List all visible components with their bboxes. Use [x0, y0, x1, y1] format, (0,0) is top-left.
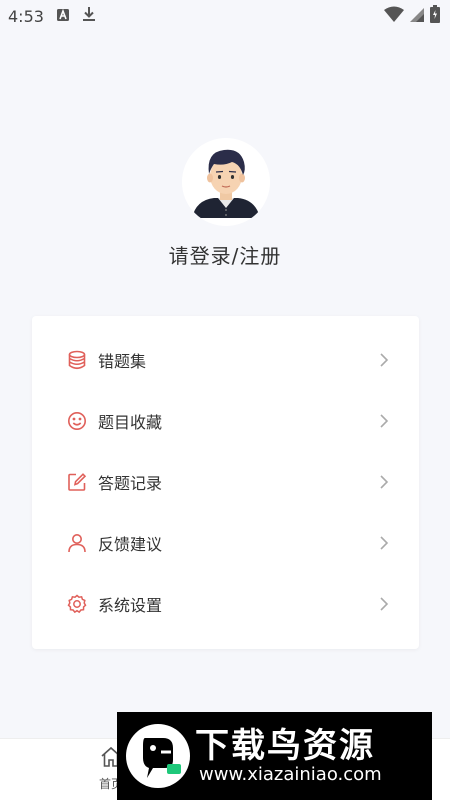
- menu-item-answer-records[interactable]: 答题记录: [32, 452, 419, 512]
- menu-label: 题目收藏: [98, 413, 163, 432]
- menu-label: 反馈建议: [98, 535, 163, 554]
- download-icon: [82, 6, 96, 26]
- avatar[interactable]: [182, 138, 270, 226]
- watermark-title: 下载鸟资源: [195, 726, 375, 766]
- chevron-right-icon: [378, 596, 390, 612]
- watermark-banner: 下载鸟资源 www.xiazainiao.com: [117, 712, 432, 800]
- menu-item-settings[interactable]: 系统设置: [32, 574, 419, 634]
- user-icon: [66, 532, 88, 554]
- menu-label: 错题集: [98, 352, 147, 371]
- chevron-right-icon: [378, 352, 390, 368]
- smile-icon: [66, 410, 88, 432]
- menu-label: 答题记录: [98, 474, 163, 493]
- status-bar: 4:53: [0, 0, 450, 32]
- status-right: [384, 5, 440, 27]
- signal-icon: [410, 7, 424, 26]
- login-register-link[interactable]: 请登录/注册: [0, 240, 450, 269]
- chevron-right-icon: [378, 474, 390, 490]
- status-time: 4:53: [8, 6, 44, 26]
- watermark-url: www.xiazainiao.com: [199, 764, 382, 785]
- status-left: 4:53: [8, 6, 96, 26]
- bird-logo-icon: [123, 720, 193, 792]
- battery-icon: [430, 5, 440, 27]
- menu-item-feedback[interactable]: 反馈建议: [32, 513, 419, 573]
- menu-card: 错题集 题目收藏 答题记录 反馈建议 系统设置: [32, 316, 419, 649]
- menu-label: 系统设置: [98, 596, 163, 615]
- wifi-icon: [384, 6, 404, 26]
- database-icon: [66, 349, 88, 371]
- menu-item-favorites[interactable]: 题目收藏: [32, 391, 419, 451]
- chevron-right-icon: [378, 535, 390, 551]
- chevron-right-icon: [378, 413, 390, 429]
- edit-icon: [66, 471, 88, 493]
- notification-a-icon: [56, 7, 70, 26]
- gear-icon: [66, 593, 88, 615]
- profile-screen: 4:53 请登录/注册 错题集 题目收藏 答题记录 反馈建议 系统设置 首页 下…: [0, 0, 450, 800]
- menu-item-wrong-questions[interactable]: 错题集: [32, 330, 419, 390]
